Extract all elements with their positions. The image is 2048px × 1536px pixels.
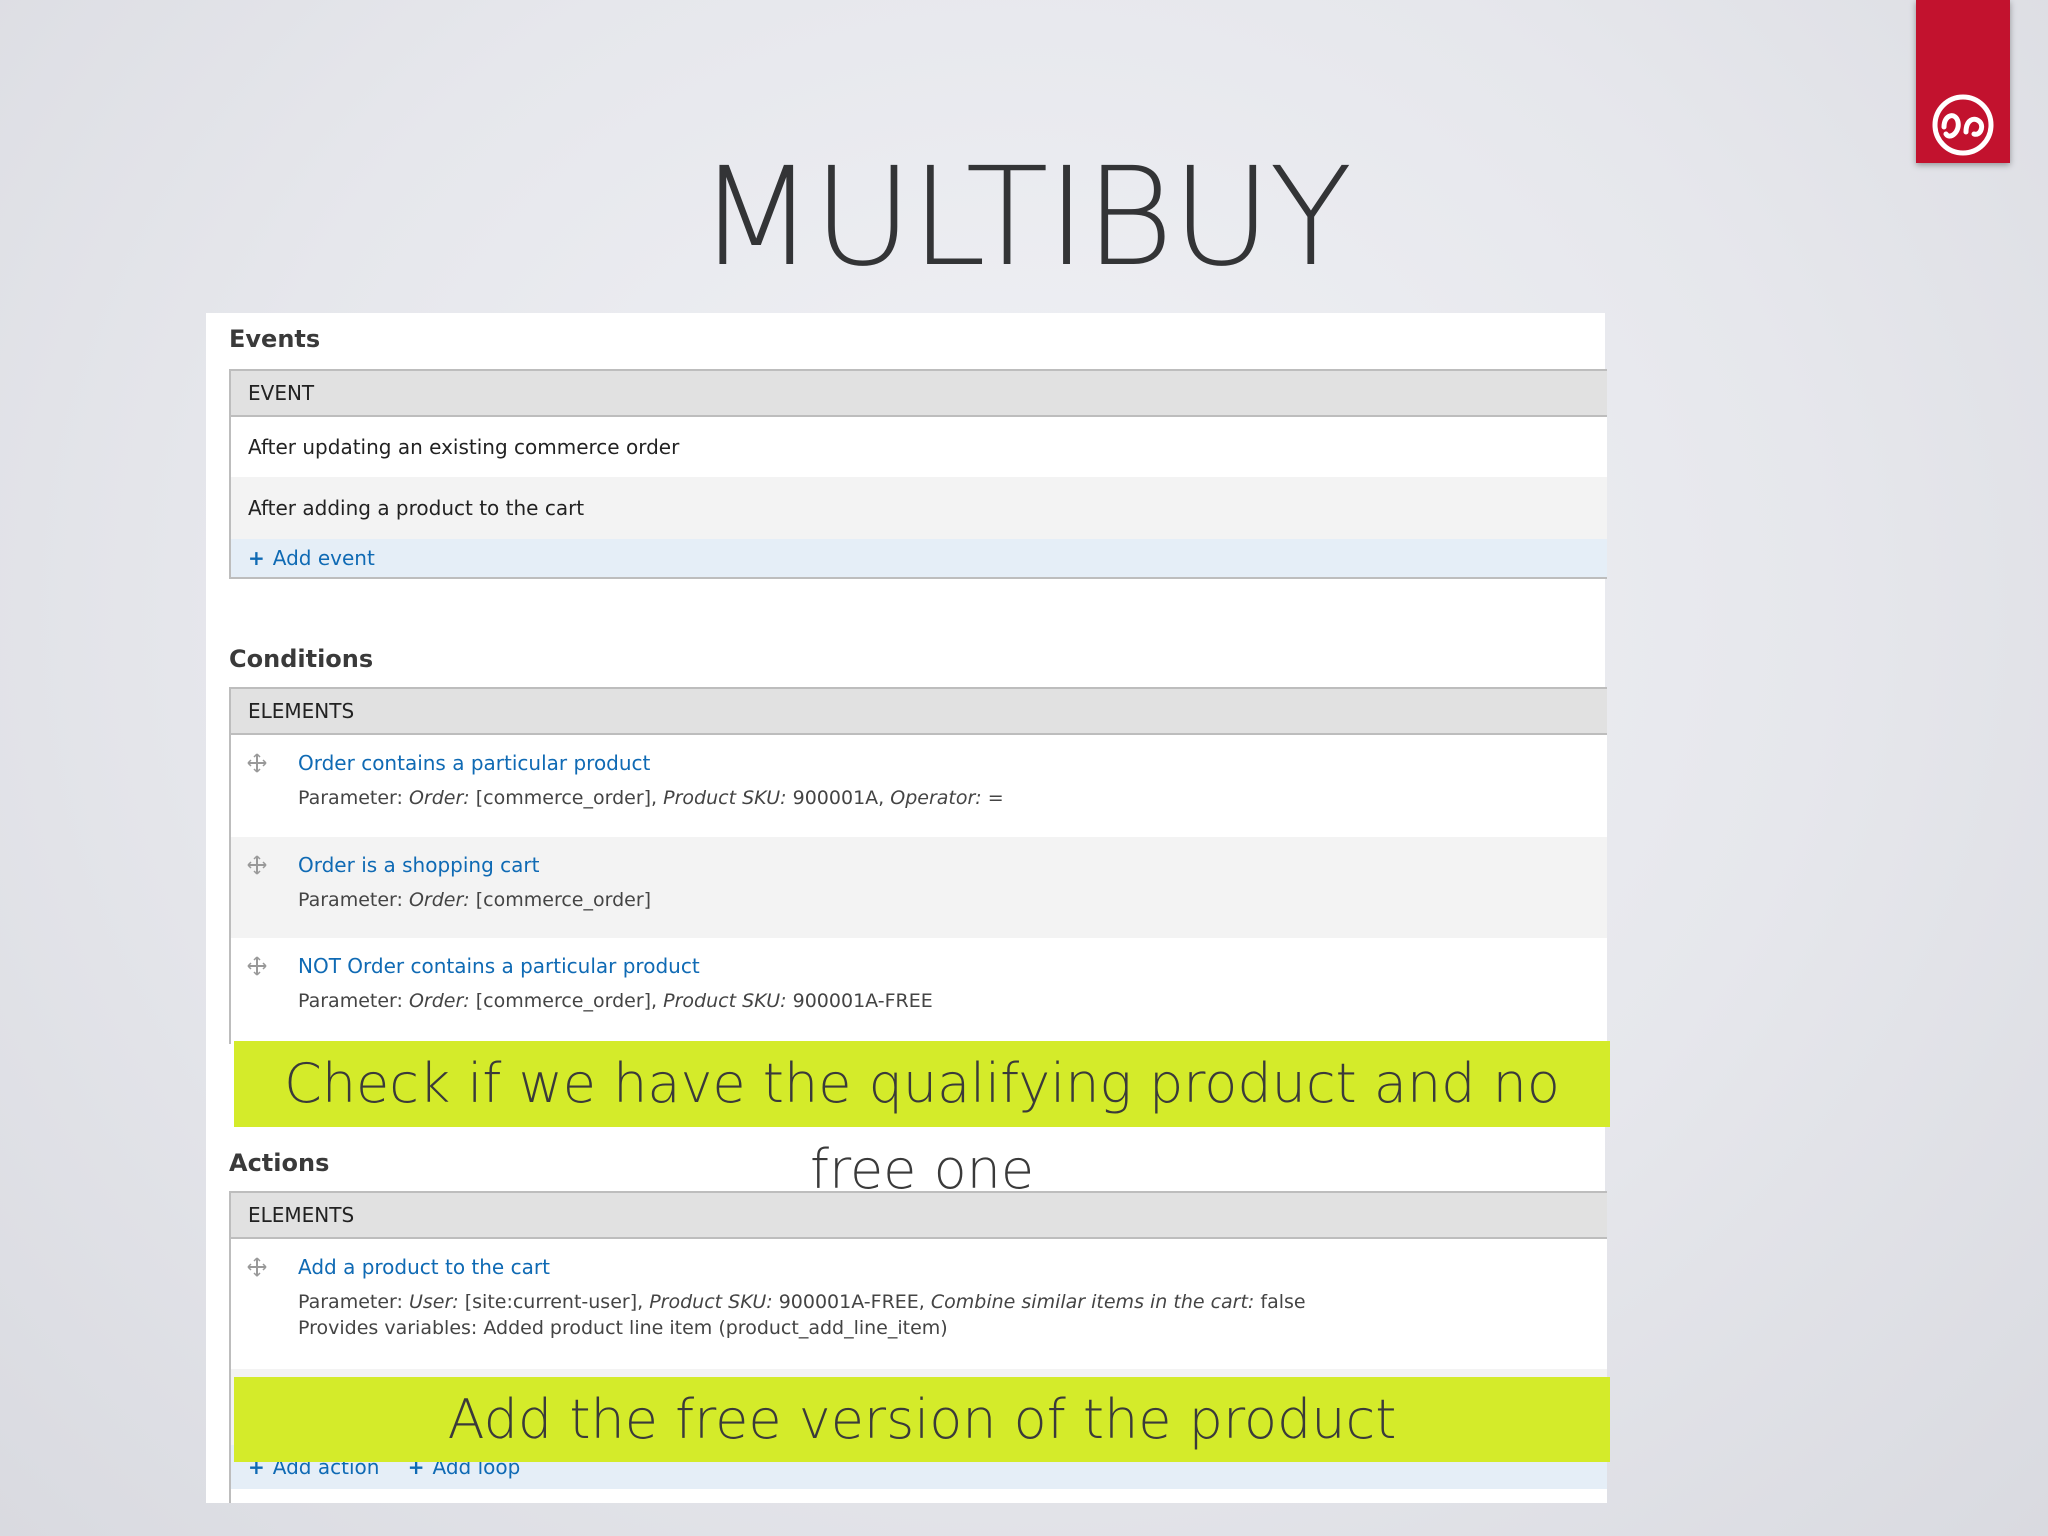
- drag-handle-icon[interactable]: [247, 753, 267, 773]
- add-event-link[interactable]: + Add event: [231, 539, 1607, 577]
- condition-item: Order contains a particular product Para…: [231, 735, 1607, 837]
- action-title-link[interactable]: Add a product to the cart: [298, 1255, 1607, 1279]
- action-parameters: Parameter: User: [site:current-user], Pr…: [298, 1291, 1306, 1313]
- conditions-heading: Conditions: [229, 645, 374, 673]
- add-event-label: Add event: [272, 546, 375, 570]
- drag-handle-icon[interactable]: [247, 956, 267, 976]
- condition-parameters: Parameter: Order: [commerce_order], Prod…: [298, 787, 1004, 809]
- action-item: Add a product to the cart Parameter: Use…: [231, 1239, 1607, 1369]
- action-provides-variables: Provides variables: Added product line i…: [298, 1317, 948, 1339]
- slide-title: MULTIBUY: [697, 139, 1353, 297]
- events-heading: Events: [229, 325, 321, 353]
- condition-title-link[interactable]: NOT Order contains a particular product: [298, 954, 1607, 978]
- drag-handle-icon[interactable]: [247, 1257, 267, 1277]
- event-row: After updating an existing commerce orde…: [231, 417, 1607, 477]
- condition-title-link[interactable]: Order is a shopping cart: [298, 853, 1607, 877]
- condition-item: NOT Order contains a particular product …: [231, 938, 1607, 1044]
- conditions-column-header: ELEMENTS: [231, 689, 1607, 735]
- rules-screenshot-panel: Events EVENT After updating an existing …: [206, 313, 1610, 1503]
- plus-icon: +: [248, 546, 265, 570]
- condition-title-link[interactable]: Order contains a particular product: [298, 751, 1607, 775]
- event-row: After adding a product to the cart: [231, 477, 1607, 539]
- drag-handle-icon[interactable]: [247, 855, 267, 875]
- actions-callout: Add the free version of the product: [234, 1377, 1610, 1462]
- conditions-callout: Check if we have the qualifying product …: [234, 1041, 1610, 1201]
- drupal-logo-icon: [1932, 94, 1994, 156]
- conditions-table: ELEMENTS Order contains a particular pro…: [229, 687, 1607, 1044]
- events-column-header: EVENT: [231, 371, 1607, 417]
- condition-parameters: Parameter: Order: [commerce_order], Prod…: [298, 990, 933, 1012]
- actions-heading: Actions: [229, 1149, 330, 1177]
- events-table: EVENT After updating an existing commerc…: [229, 369, 1607, 579]
- condition-parameters: Parameter: Order: [commerce_order]: [298, 889, 652, 911]
- condition-item: Order is a shopping cart Parameter: Orde…: [231, 837, 1607, 938]
- drupal-logo: [1916, 0, 2010, 163]
